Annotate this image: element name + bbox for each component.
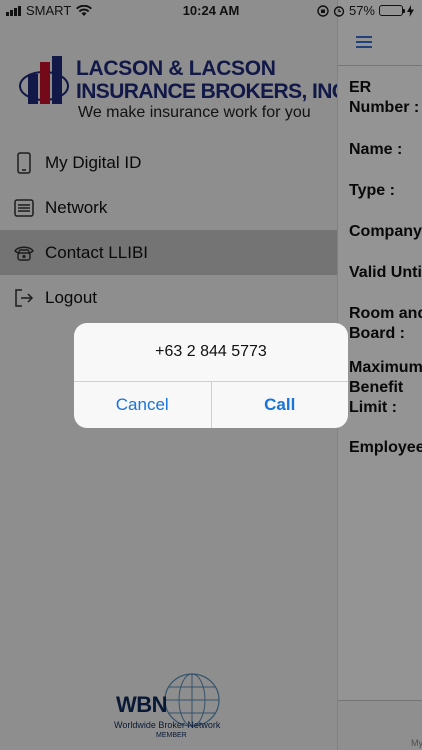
charging-icon bbox=[407, 4, 414, 17]
cancel-button[interactable]: Cancel bbox=[74, 382, 211, 428]
status-bar: SMART 10:24 AM 57% bbox=[0, 0, 422, 22]
battery-percent: 57% bbox=[348, 3, 375, 18]
alarm-icon bbox=[333, 5, 345, 17]
alert-actions: Cancel Call bbox=[74, 382, 348, 428]
call-alert-dialog: +63 2 844 5773 Cancel Call bbox=[74, 323, 348, 428]
alert-message: +63 2 844 5773 bbox=[74, 323, 348, 382]
call-button[interactable]: Call bbox=[210, 382, 349, 428]
rotation-lock-icon bbox=[317, 4, 329, 17]
battery-icon bbox=[379, 5, 405, 16]
